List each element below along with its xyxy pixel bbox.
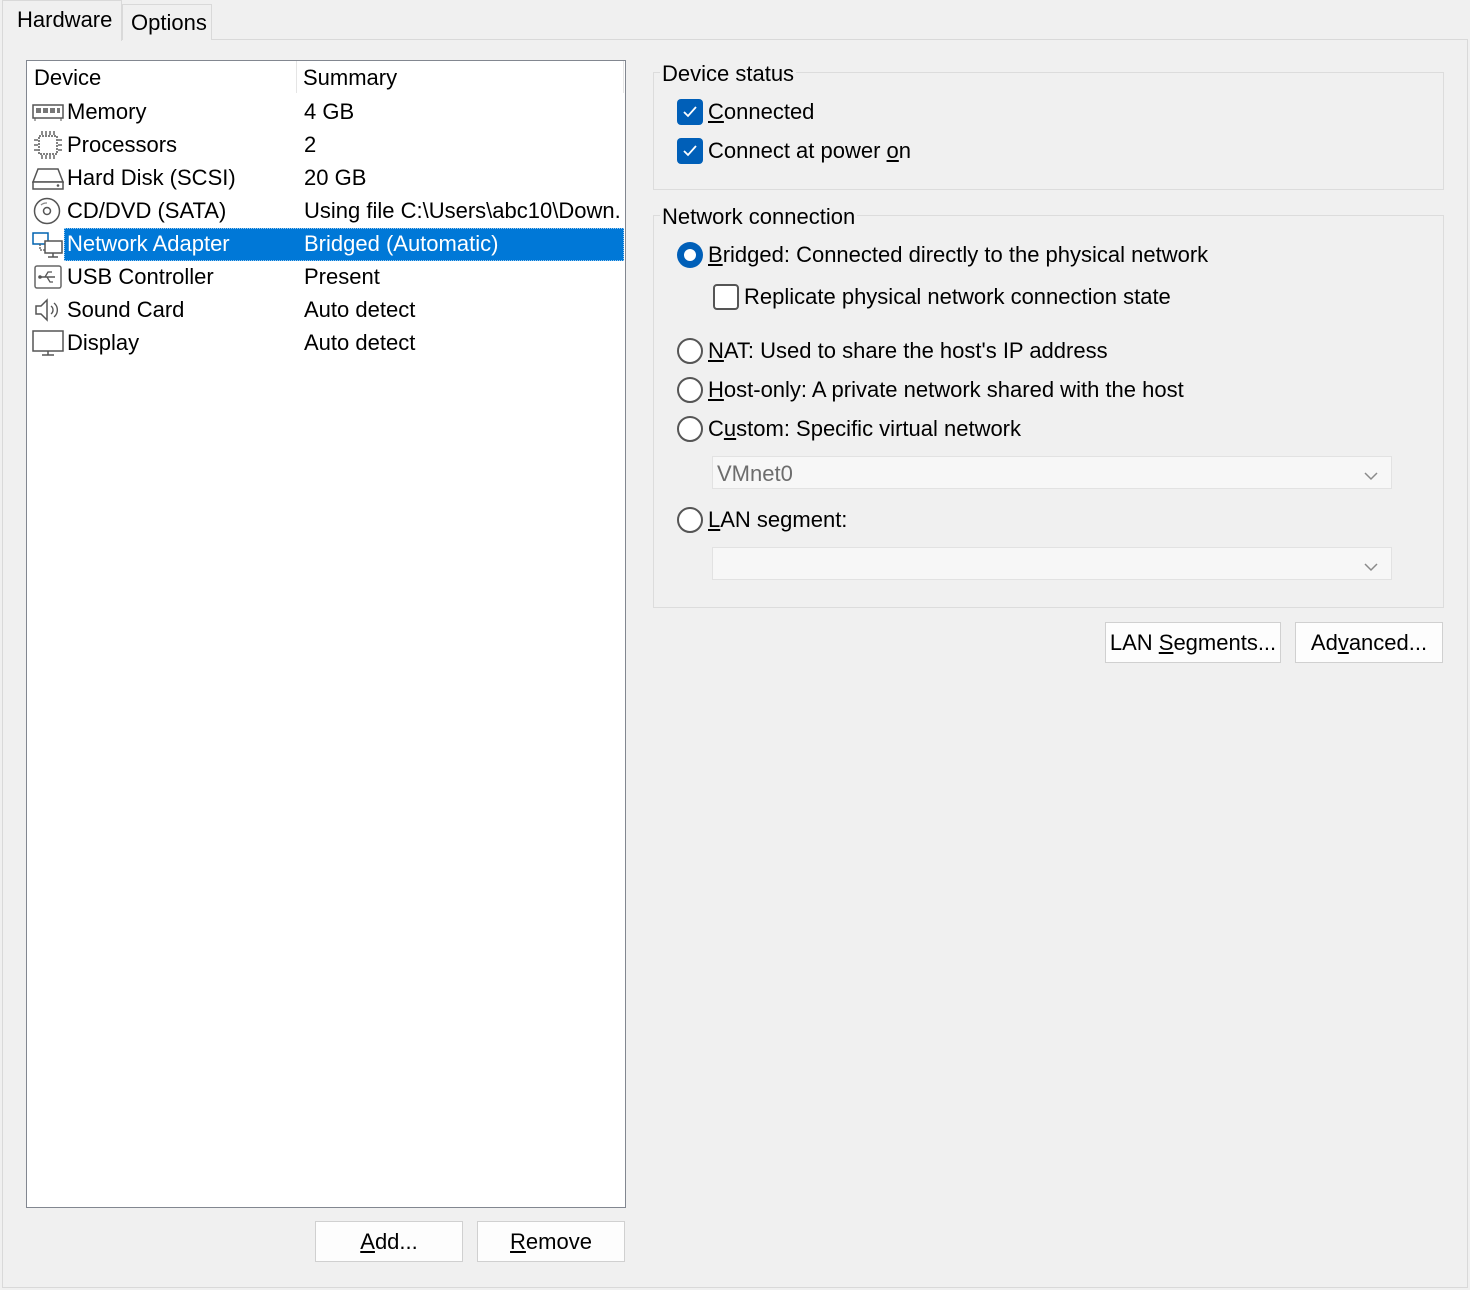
device-name: Sound Card (67, 297, 185, 322)
replicate-label[interactable]: Replicate physical network connection st… (744, 284, 1171, 310)
device-name: Memory (67, 99, 147, 124)
device-name: Processors (67, 132, 178, 157)
device-status-title: Device status (660, 61, 797, 87)
host-only-label[interactable]: Host-only: A private network shared with… (708, 377, 1184, 403)
device-row-network-adapter[interactable]: Network Adapter Bridged (Automatic) (30, 228, 624, 261)
network-adapter-icon (32, 230, 64, 258)
replicate-checkbox[interactable] (713, 284, 739, 310)
bridged-label[interactable]: Bridged: Connected directly to the physi… (708, 242, 1208, 268)
lan-segment-select[interactable] (712, 547, 1392, 580)
device-row-cd-dvd[interactable]: CD/DVD (SATA) Using file C:\Users\abc10\… (30, 195, 624, 228)
hard-disk-icon (31, 164, 65, 192)
device-name: USB Controller (67, 264, 214, 289)
tab-options-label: Options (131, 10, 207, 35)
device-row-sound-card[interactable]: Sound Card Auto detect (30, 294, 624, 327)
host-only-radio[interactable] (677, 377, 703, 403)
lan-segment-label[interactable]: LAN segment: (708, 507, 847, 533)
custom-label[interactable]: Custom: Specific virtual network (708, 416, 1021, 442)
nat-label[interactable]: NAT: Used to share the host's IP address (708, 338, 1108, 364)
device-summary: 2 (304, 132, 317, 157)
device-row-processors[interactable]: Processors 2 (30, 129, 624, 162)
processor-icon (32, 131, 64, 159)
device-summary: Present (304, 264, 380, 289)
device-summary: Auto detect (304, 330, 416, 355)
network-connection-title: Network connection (660, 204, 858, 230)
memory-icon (32, 98, 64, 126)
remove-button[interactable]: Remove (477, 1221, 625, 1262)
connected-label[interactable]: Connected (708, 99, 814, 125)
device-name: Network Adapter (67, 231, 230, 256)
tab-options[interactable]: Options (122, 4, 212, 40)
tab-strip: Hardware Options (0, 0, 1470, 1288)
chevron-down-icon (1363, 555, 1379, 581)
connect-at-power-on-checkbox[interactable] (677, 138, 703, 164)
nat-radio[interactable] (677, 338, 703, 364)
device-name: Display (67, 330, 140, 355)
lan-segment-radio[interactable] (677, 507, 703, 533)
custom-network-value: VMnet0 (717, 461, 793, 486)
device-summary: Using file C:\Users\abc10\Down... (304, 198, 622, 223)
device-summary: 20 GB (304, 165, 367, 190)
bridged-radio[interactable] (677, 242, 703, 268)
tab-hardware[interactable]: Hardware (2, 0, 122, 41)
column-header-device[interactable]: Device (34, 65, 101, 91)
usb-icon (32, 263, 64, 291)
speaker-icon (32, 296, 64, 324)
connected-checkbox[interactable] (677, 99, 703, 125)
device-row-display[interactable]: Display Auto detect (30, 327, 624, 360)
monitor-icon (32, 329, 64, 357)
column-header-summary[interactable]: Summary (303, 65, 397, 91)
device-summary: Auto detect (304, 297, 416, 322)
cd-dvd-icon (32, 197, 64, 225)
list-header: Device Summary (27, 61, 625, 95)
device-name: Hard Disk (SCSI) (67, 165, 236, 190)
add-button[interactable]: Add... (315, 1221, 463, 1262)
custom-radio[interactable] (677, 416, 703, 442)
custom-network-select[interactable]: VMnet0 (712, 456, 1392, 489)
device-row-usb-controller[interactable]: USB Controller Present (30, 261, 624, 294)
device-list[interactable]: Device Summary Memory 4 GB Processors 2 … (26, 60, 626, 1208)
chevron-down-icon (1363, 464, 1379, 490)
device-name: CD/DVD (SATA) (67, 198, 227, 223)
lan-segments-button[interactable]: LAN Segments... (1105, 622, 1281, 663)
device-summary: Bridged (Automatic) (304, 231, 499, 256)
device-summary: 4 GB (304, 99, 355, 124)
connect-at-power-on-label[interactable]: Connect at power on (708, 138, 911, 164)
device-status-group (653, 72, 1444, 190)
advanced-button[interactable]: Advanced... (1295, 622, 1443, 663)
tab-hardware-label: Hardware (17, 7, 113, 32)
device-row-hard-disk[interactable]: Hard Disk (SCSI) 20 GB (30, 162, 624, 195)
device-row-memory[interactable]: Memory 4 GB (30, 96, 624, 129)
